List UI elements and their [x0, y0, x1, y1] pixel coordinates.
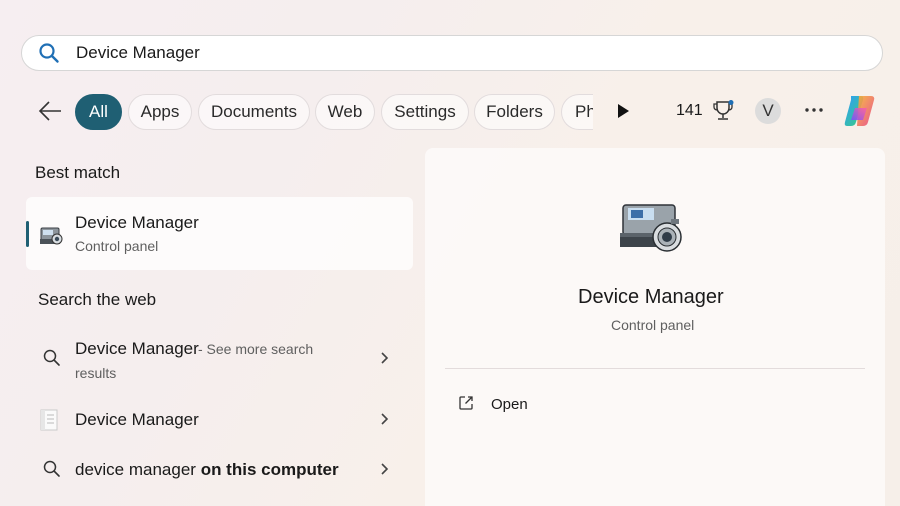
search-web-heading: Search the web	[38, 290, 157, 309]
tab-apps[interactable]: Apps	[128, 94, 192, 130]
tab-web[interactable]: Web	[315, 94, 375, 130]
web-result-suffix-cont: results	[75, 365, 117, 381]
avatar[interactable]: V	[755, 98, 781, 124]
best-match-title: Device Manager	[75, 213, 199, 232]
scroll-right-play-icon[interactable]	[616, 103, 630, 119]
best-match-subtitle: Control panel	[75, 238, 159, 254]
web-result-bold: on this computer	[195, 460, 339, 479]
web-result-suffix: - See more search	[198, 341, 314, 357]
best-match-heading: Best match	[35, 163, 121, 182]
tab-folders[interactable]: Folders	[474, 94, 555, 130]
selection-indicator	[26, 221, 29, 247]
device-manager-large-icon	[620, 204, 682, 252]
open-external-icon	[459, 396, 473, 410]
search-input[interactable]: Device Manager	[76, 43, 200, 63]
web-result-title: Device Manager	[75, 410, 199, 429]
best-match-result[interactable]	[26, 197, 413, 270]
detail-subtitle: Control panel	[611, 317, 695, 333]
trophy-icon[interactable]	[712, 99, 734, 123]
document-icon	[40, 409, 58, 431]
chevron-right-icon	[381, 352, 389, 364]
search-icon	[43, 460, 60, 477]
search-icon	[43, 349, 60, 366]
search-bar[interactable]: Device Manager	[21, 35, 883, 71]
detail-title: Device Manager	[578, 286, 724, 308]
chevron-right-icon	[381, 463, 389, 475]
tab-all[interactable]: All	[75, 94, 122, 130]
tab-settings[interactable]: Settings	[381, 94, 469, 130]
tab-documents[interactable]: Documents	[198, 94, 310, 130]
device-manager-icon	[40, 227, 63, 245]
web-result-title: device manager on this computer	[75, 460, 339, 479]
more-options-icon[interactable]	[803, 100, 825, 120]
web-result-title: Device Manager	[75, 339, 199, 358]
open-label: Open	[491, 396, 528, 413]
divider	[445, 368, 865, 369]
tab-photos[interactable]: Ph	[561, 94, 593, 130]
search-icon	[39, 43, 59, 63]
chevron-right-icon	[381, 413, 389, 425]
rewards-points: 141	[676, 102, 703, 119]
back-arrow-icon[interactable]	[36, 98, 64, 124]
copilot-icon[interactable]	[841, 92, 879, 130]
